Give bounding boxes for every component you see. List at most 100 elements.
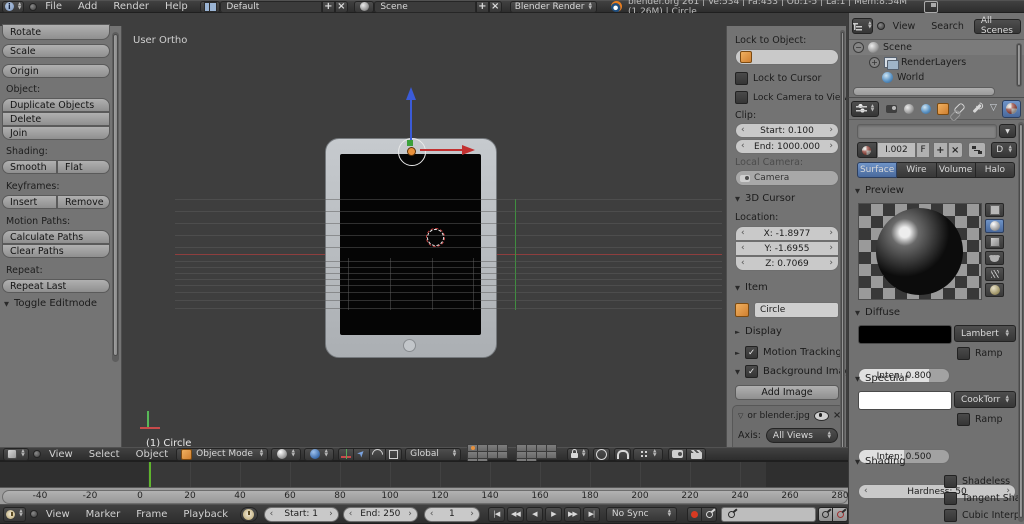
cursor-y-field[interactable]: Y: -1.6955 xyxy=(735,241,839,256)
menu-select[interactable]: Select xyxy=(81,449,128,460)
halo-mode-button[interactable]: Halo xyxy=(975,162,1015,178)
remove-keyframe-button[interactable]: Remove xyxy=(57,195,110,209)
menu-playback[interactable]: Playback xyxy=(175,509,236,520)
layer-button[interactable] xyxy=(497,450,509,459)
material-slot-list[interactable] xyxy=(857,124,997,139)
collapse-menus-icon[interactable] xyxy=(29,2,38,11)
outliner-vscrollbar[interactable] xyxy=(1016,43,1022,87)
lock-layers-button[interactable] xyxy=(567,447,590,461)
clip-start-field[interactable]: Start: 0.100 xyxy=(735,123,839,138)
timeline-scrollbar[interactable] xyxy=(2,490,848,504)
scene-selector-icon[interactable] xyxy=(353,0,375,13)
add-layout-button[interactable] xyxy=(321,0,335,13)
new-material-button[interactable] xyxy=(932,142,948,158)
preview-panel-header[interactable]: Preview xyxy=(855,185,904,196)
volume-mode-button[interactable]: Volume xyxy=(936,162,976,178)
surface-mode-button[interactable]: Surface xyxy=(857,162,898,178)
rotate-button[interactable]: Rotate xyxy=(2,24,110,40)
play-reverse-button[interactable] xyxy=(525,506,543,522)
shadeless-row[interactable]: Shadeless xyxy=(944,475,1010,488)
cubic-interpolation-checkbox[interactable] xyxy=(944,509,957,522)
menu-search[interactable]: Search xyxy=(923,21,972,32)
tangent-shading-row[interactable]: Tangent Shad xyxy=(944,492,1024,505)
viewport-shading-dropdown[interactable] xyxy=(271,447,302,461)
diffuse-ramp-row[interactable]: Ramp xyxy=(957,347,1003,360)
n-panel-scrollbar[interactable] xyxy=(840,30,845,447)
current-frame-field[interactable]: 1 xyxy=(423,506,480,522)
diffuse-ramp-checkbox[interactable] xyxy=(957,347,970,360)
collapse-minus-icon[interactable]: − xyxy=(853,42,864,53)
diffuse-color-swatch[interactable] xyxy=(858,325,952,344)
specular-panel-header[interactable]: Specular xyxy=(855,373,909,384)
current-frame-line[interactable] xyxy=(149,462,151,488)
add-scene-button[interactable] xyxy=(475,0,489,13)
collapse-menus-icon[interactable] xyxy=(876,22,885,30)
manipulator-z-arrow[interactable] xyxy=(410,99,412,143)
collapse-menus-icon[interactable] xyxy=(33,450,41,458)
tablet-object[interactable] xyxy=(325,138,497,358)
cubic-interpolation-row[interactable]: Cubic Interpo xyxy=(944,509,1024,522)
tab-modifiers[interactable] xyxy=(968,101,985,117)
mode-dropdown[interactable]: Object Mode xyxy=(176,447,269,461)
nodes-toggle-button[interactable] xyxy=(967,142,987,158)
duplicate-objects-button[interactable]: Duplicate Objects xyxy=(2,98,110,112)
lock-object-field[interactable] xyxy=(735,49,839,65)
editor-type-selector[interactable] xyxy=(2,0,25,13)
menu-view[interactable]: View xyxy=(885,21,924,32)
specular-ramp-row[interactable]: Ramp xyxy=(957,413,1003,426)
outliner-hscrollbar[interactable] xyxy=(853,87,995,96)
menu-render[interactable]: Render xyxy=(105,1,157,12)
toggle-editmode-panel-header[interactable]: Toggle Editmode xyxy=(4,298,97,309)
snap-toggle-button[interactable] xyxy=(614,447,632,461)
timeline-ruler[interactable]: -40 -20 0 20 40 60 80 100 120 140 160 180 200 220 240 2… xyxy=(0,487,848,505)
viewport-3d[interactable]: User Ortho (1) Circle Rotate Scale Origi… xyxy=(0,13,848,447)
clear-paths-button[interactable]: Clear Paths xyxy=(2,244,110,258)
add-image-button[interactable]: Add Image xyxy=(735,385,839,400)
tab-object-data[interactable]: ▽ xyxy=(985,101,1002,117)
render-still-button[interactable] xyxy=(668,447,688,461)
lock-to-cursor-row[interactable]: Lock to Cursor xyxy=(735,72,839,85)
screen-layout-icon[interactable] xyxy=(199,0,221,13)
menu-frame[interactable]: Frame xyxy=(128,509,175,520)
menu-view[interactable]: View xyxy=(38,509,78,520)
lock-camera-checkbox[interactable] xyxy=(735,91,748,104)
preview-sphere-button[interactable] xyxy=(985,219,1004,233)
editor-type-3dview[interactable] xyxy=(3,447,29,461)
tab-render[interactable] xyxy=(883,101,900,117)
outliner-row-world[interactable]: World xyxy=(849,70,1024,85)
slot-specials-button[interactable] xyxy=(999,124,1016,138)
motion-tracking-panel-header[interactable]: Motion Tracking xyxy=(735,346,842,359)
preview-sky-button[interactable] xyxy=(985,283,1004,297)
render-engine-dropdown[interactable]: Blender Render xyxy=(509,0,597,13)
tool-shelf-scrollbar[interactable] xyxy=(112,32,119,362)
specular-shader-dropdown[interactable]: CookTorr xyxy=(954,391,1016,408)
screen-layout-field[interactable]: Default xyxy=(220,0,322,13)
scale-manipulator-button[interactable] xyxy=(386,447,403,461)
item-name-field[interactable]: Circle xyxy=(754,302,839,318)
delete-button[interactable]: Delete xyxy=(2,112,110,126)
orientation-dropdown[interactable]: Global xyxy=(405,447,462,461)
preview-flat-button[interactable] xyxy=(985,203,1004,217)
unlink-material-button[interactable] xyxy=(947,142,963,158)
render-animation-button[interactable] xyxy=(687,447,707,461)
tab-object[interactable] xyxy=(934,101,951,117)
editor-type-timeline[interactable] xyxy=(3,506,26,522)
snap-element-dropdown[interactable] xyxy=(633,447,664,461)
lock-to-cursor-checkbox[interactable] xyxy=(735,72,748,85)
delete-layout-button[interactable] xyxy=(334,0,348,13)
background-images-panel-header[interactable]: Background Images xyxy=(735,365,846,378)
tab-world[interactable] xyxy=(917,101,934,117)
window-duplicate-icon[interactable] xyxy=(923,0,938,13)
delete-keyframe-button-tl[interactable] xyxy=(833,506,848,522)
insert-keyframe-button-tl[interactable] xyxy=(818,506,834,522)
clip-end-field[interactable]: End: 1000.000 xyxy=(735,139,839,154)
collapse-menus-icon[interactable] xyxy=(29,510,38,518)
display-filter-dropdown[interactable]: All Scenes xyxy=(973,16,1021,36)
material-name-field[interactable]: I.002 xyxy=(876,142,917,158)
specular-ramp-checkbox[interactable] xyxy=(957,413,970,426)
menu-marker[interactable]: Marker xyxy=(78,509,129,520)
tab-constraints[interactable] xyxy=(951,101,968,117)
local-camera-field[interactable]: Camera xyxy=(735,170,839,186)
delete-scene-button[interactable] xyxy=(488,0,502,13)
tab-scene[interactable] xyxy=(900,101,917,117)
